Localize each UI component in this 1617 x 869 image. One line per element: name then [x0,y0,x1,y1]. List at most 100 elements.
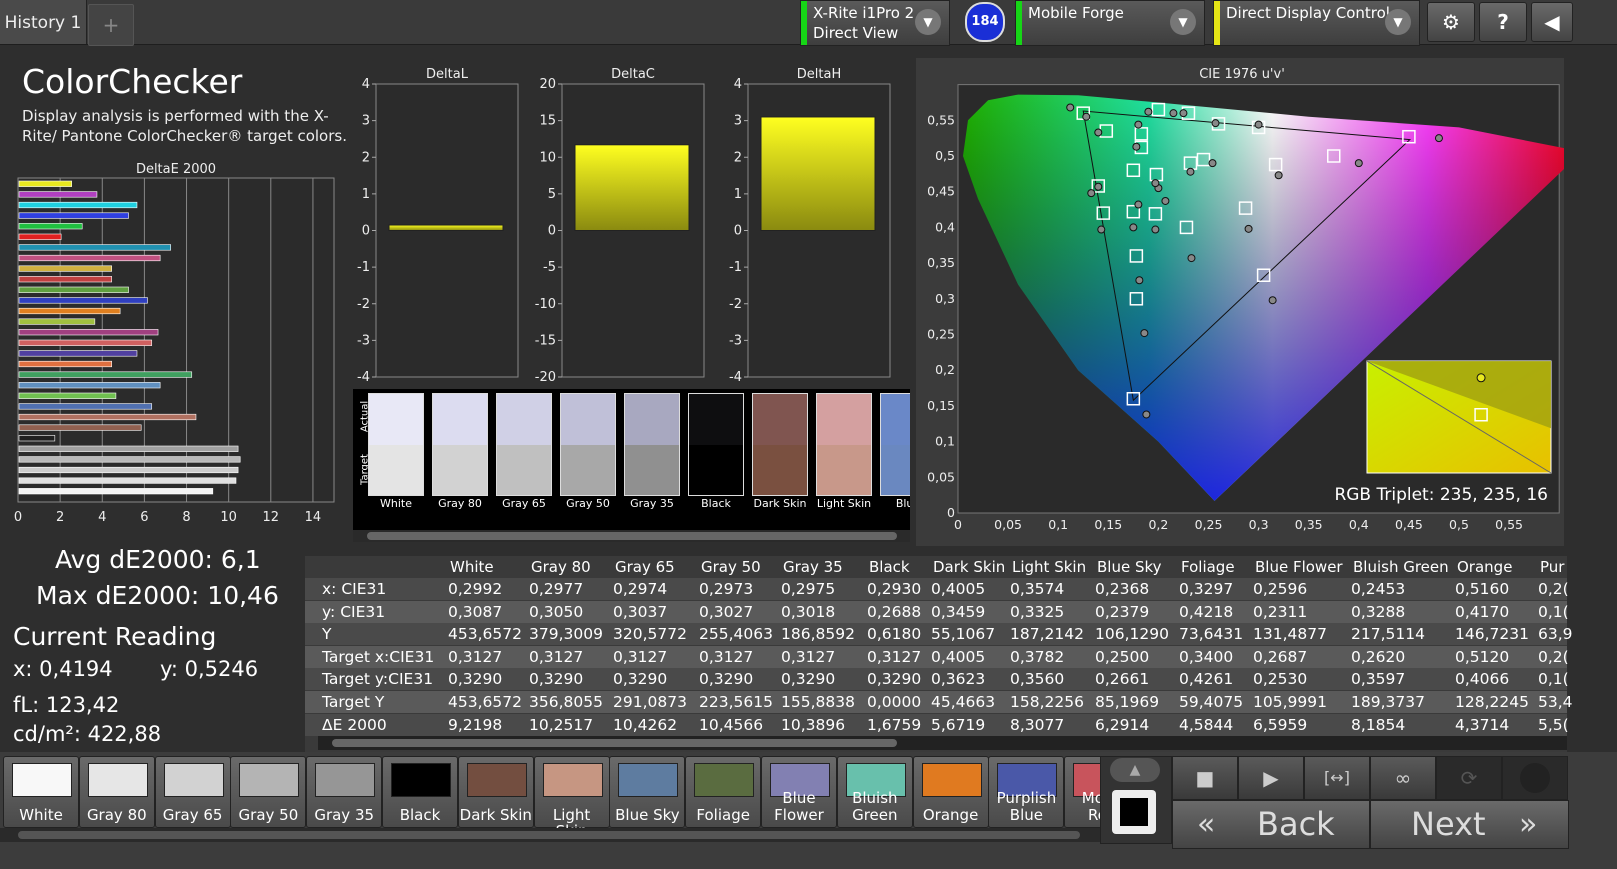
table-cell: 0,4261 [1179,670,1234,689]
patch-button[interactable]: Light Skin [533,756,610,839]
patch-button[interactable]: Purplish Blue [988,756,1065,828]
table-column-header: Dark Skin [933,558,1006,576]
table-cell: 0,3127 [613,647,668,666]
patch-button[interactable]: Black [382,756,458,828]
measured-marker [1132,142,1141,151]
table-cell: 0,4005 [931,647,986,666]
page-title: ColorChecker [22,62,243,101]
table-cell: 0,3290 [781,670,836,689]
pattern-generator-selector[interactable]: Mobile Forge ▼ [1015,0,1205,46]
swatch-strip-scrollbar[interactable] [353,530,910,542]
deltae-bar [18,318,96,325]
fit-button[interactable]: [↔] [1304,756,1370,800]
stop-button[interactable]: ■ [1172,756,1238,800]
collapse-icon[interactable]: ◀ [1531,2,1573,42]
measured-marker [1161,196,1170,205]
measured-marker [1066,103,1075,112]
target-swatch [433,445,487,495]
row-label: Target Y [322,693,385,711]
back-button[interactable]: « Back [1172,800,1370,849]
patch-button[interactable]: Bluish Green [836,756,913,828]
delta-tick-label: -1 [357,260,370,275]
delta-lch-charts: DeltaL43210-1-2-3-4DeltaC20151050-5-10-1… [357,67,891,385]
deltae-bar [18,382,161,389]
next-button[interactable]: Next » [1370,800,1569,849]
table-cell: 0,3290 [867,670,922,689]
table-cell: 9,2198 [448,715,503,734]
target-swatch [497,445,551,495]
patch-button[interactable]: White [3,756,79,828]
table-cell: 0,3288 [1351,602,1406,621]
gear-icon[interactable]: ⚙ [1427,2,1475,42]
swatch-pair [432,393,488,496]
patch-button[interactable]: Gray 65 [154,756,231,828]
table-cell: 0,2661 [1095,670,1150,689]
measured-marker [1211,119,1220,128]
expand-up-icon[interactable]: ▲ [1110,758,1160,782]
reading-count-badge[interactable]: 184 [965,2,1005,42]
deltae-bar [18,201,138,209]
record-circle-icon [1520,763,1550,793]
delta-tick-label: 15 [539,114,556,129]
cie-y-tick-label: 0,1 [935,434,955,449]
deltae-bar [18,223,83,230]
meter-selector[interactable]: X-Rite i1Pro 2 Direct View ▼ [800,0,950,46]
table-cell: 356,8055 [529,693,603,711]
table-cell: 4,3714 [1455,715,1510,734]
play-button[interactable]: ▶ [1238,756,1304,800]
measured-marker [1134,200,1143,209]
patch-button[interactable]: Orange [912,756,989,828]
stop-mode-button[interactable] [1112,790,1156,834]
measured-marker [1094,128,1103,137]
table-cell: 0,3325 [1010,602,1065,621]
delta-tick-label: -20 [535,370,556,385]
table-cell: 59,4075 [1179,693,1244,711]
patch-button[interactable]: Gray 50 [230,756,307,828]
patch-label: Foliage [696,806,750,824]
display-control-selector[interactable]: Direct Display Control ▼ [1213,0,1420,46]
tab-history-1[interactable]: History 1 [0,0,87,44]
patch-button[interactable]: Gray 35 [306,756,383,828]
scrollbar-thumb[interactable] [332,739,897,747]
table-row: y: CIE31 0,3087 0,3050 0,3037 0,3027 0,3018 0,… [305,600,1569,623]
cie-x-tick-label: 0,3 [1249,517,1269,532]
delta-tick-label: 10 [539,150,556,165]
deltae-bar [18,413,197,421]
table-cell: 0,5160 [1455,580,1510,598]
meter-name: X-Rite i1Pro 2 [813,4,915,22]
back-label: Back [1257,805,1335,843]
cie-x-tick-label: 0,4 [1349,517,1369,532]
chevron-down-icon[interactable]: ▼ [1170,9,1196,35]
patch-button[interactable]: Dark Skin [457,756,534,828]
chevron-down-icon[interactable]: ▼ [915,9,941,35]
help-icon[interactable]: ? [1479,2,1527,42]
patch-scrollbar[interactable] [0,828,1100,842]
loop-button[interactable]: ∞ [1370,756,1436,800]
patch-label: Black [399,806,441,824]
scrollbar-thumb[interactable] [367,532,897,540]
patch-button[interactable]: Foliage [685,756,762,828]
patch-label-line1: Bluish [852,789,898,807]
swatch-label: Blue [895,497,910,510]
patch-button[interactable]: Gray 80 [78,756,155,828]
delta-tick-label: 4 [362,77,370,92]
deltae-bar [18,191,98,198]
cie-y-tick-label: 0,15 [927,398,955,413]
scrollbar-thumb[interactable] [18,831,1080,839]
table-cell: 8,3077 [1010,715,1065,734]
patch-swatch [163,763,224,797]
chevron-down-icon[interactable]: ▼ [1385,9,1411,35]
cie-chart-title: CIE 1976 u'v' [1199,67,1285,82]
patch-button[interactable]: Blue Sky [609,756,686,828]
patch-button[interactable]: Blue Flower [761,756,837,828]
table-cell: 10,2517 [529,715,594,734]
table-scrollbar[interactable] [318,736,1567,750]
table-cell: 0,3782 [1010,647,1065,666]
table-row: x: CIE31 0,2992 0,2977 0,2974 0,2973 0,2975 0,… [305,578,1569,600]
delta-tick-label: -2 [357,297,370,312]
record-button[interactable] [1502,756,1568,800]
refresh-button[interactable]: ⟳ [1436,756,1502,800]
reading-x: x: 0,4194 [13,657,113,681]
add-tab-button[interactable]: + [88,4,134,46]
target-swatch [369,445,423,495]
